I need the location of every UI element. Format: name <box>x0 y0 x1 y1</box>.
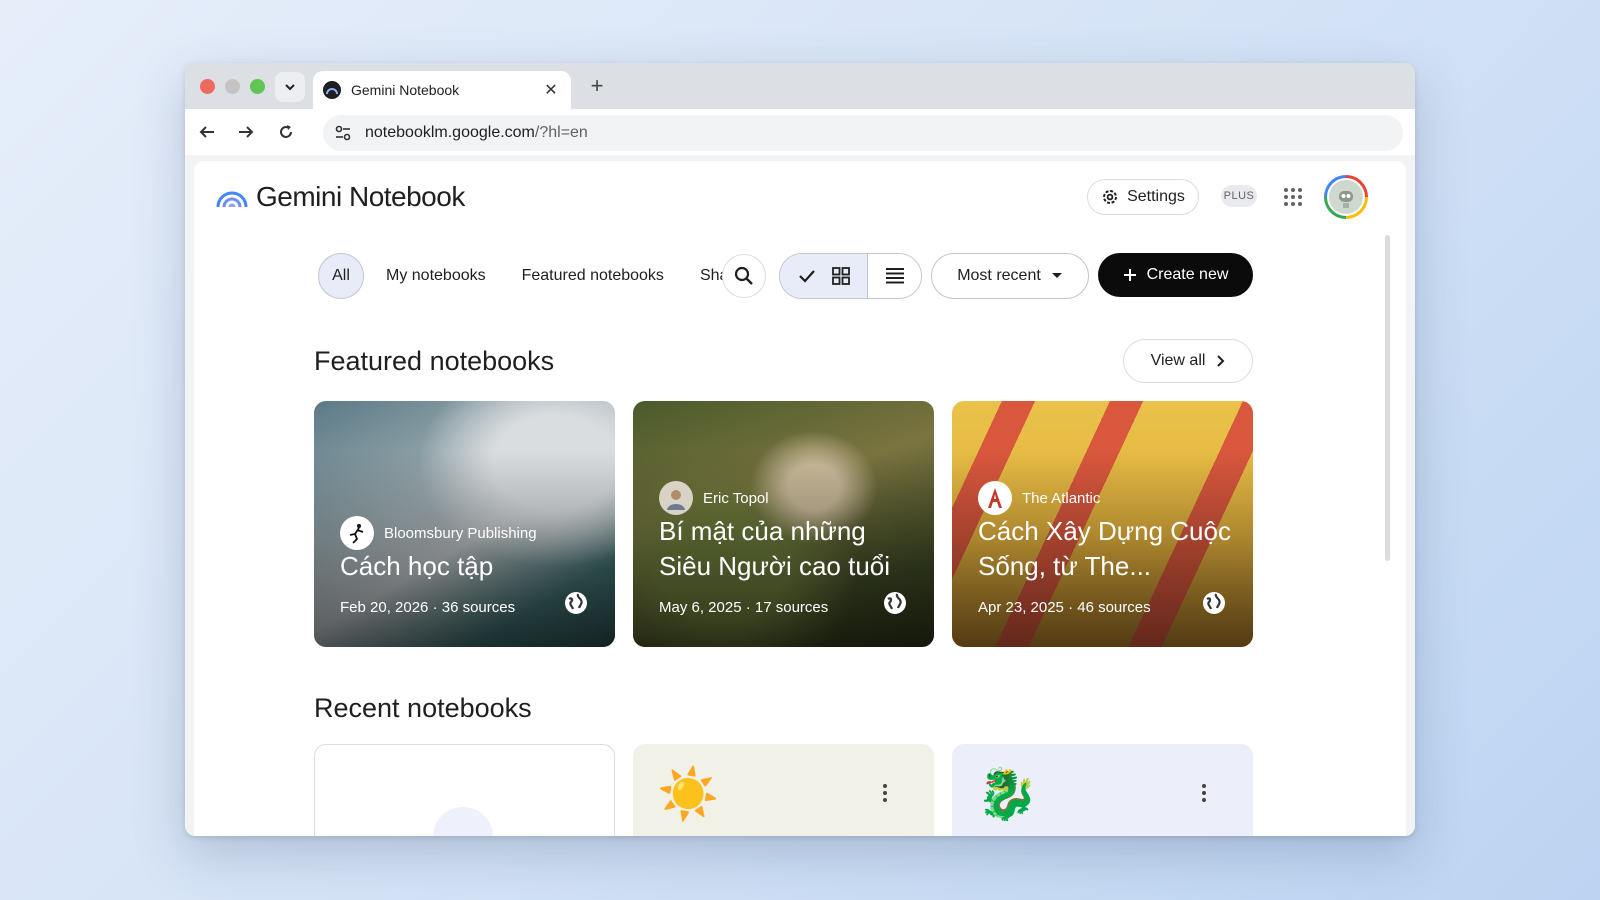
author-name: Eric Topol <box>703 489 769 507</box>
view-toggle <box>779 253 922 299</box>
caret-down-icon <box>1051 273 1062 278</box>
card-author: Bloomsbury Publishing <box>340 516 537 550</box>
list-icon <box>885 268 904 284</box>
featured-card[interactable]: Bloomsbury Publishing Cách học tập Feb 2… <box>314 401 615 647</box>
url-host: notebooklm.google.com <box>365 124 535 141</box>
create-notebook-placeholder-icon <box>433 807 493 836</box>
create-new-button[interactable]: Create new <box>1098 253 1253 297</box>
check-icon <box>798 270 815 283</box>
card-author: Eric Topol <box>659 481 769 515</box>
card-meta: Apr 23, 2025 · 46 sources <box>978 599 1151 616</box>
new-tab-button[interactable]: + <box>585 75 609 97</box>
card-title: Cách Xây Dựng Cuộc Sống, từ The... <box>978 516 1231 581</box>
site-settings-icon[interactable] <box>333 123 353 143</box>
card-author: The Atlantic <box>978 481 1100 515</box>
recent-section-title: Recent notebooks <box>314 693 532 723</box>
dragon-emoji-icon: 🐉 <box>976 766 1039 822</box>
search-button[interactable] <box>722 254 766 298</box>
address-bar[interactable]: notebooklm.google.com/?hl=en <box>323 115 1403 151</box>
sort-label: Most recent <box>957 267 1041 284</box>
card-title: Bí mật của những Siêu Người cao tuổi <box>659 516 891 581</box>
filter-chip-all[interactable]: All <box>318 253 364 299</box>
view-all-label: View all <box>1150 352 1206 369</box>
maximize-window-button[interactable] <box>250 79 265 94</box>
card-meta: May 6, 2025 · 17 sources <box>659 599 829 616</box>
page-scrollbar[interactable] <box>1385 235 1390 561</box>
recent-notebook-card[interactable] <box>314 744 615 836</box>
card-title: Cách học tập <box>340 551 494 581</box>
featured-card[interactable]: The Atlantic Cách Xây Dựng Cuộc Sống, từ… <box>952 401 1253 647</box>
browser-window: Gemini Notebook ✕ + notebooklm.google.co… <box>185 63 1415 836</box>
search-icon <box>734 266 753 285</box>
recent-notebook-card[interactable]: 🐉 <box>952 744 1253 836</box>
robot-avatar-icon <box>1327 178 1365 216</box>
grid-view-button[interactable] <box>780 254 868 298</box>
more-options-icon[interactable] <box>883 784 887 802</box>
plus-icon <box>1123 269 1136 281</box>
globe-icon <box>884 592 906 614</box>
bloomsbury-logo-icon <box>340 516 374 550</box>
grid-icon <box>831 267 850 285</box>
list-view-button[interactable] <box>868 254 921 298</box>
plan-badge: PLUS <box>1221 185 1257 207</box>
settings-label: Settings <box>1127 188 1185 205</box>
tab-search-button[interactable] <box>275 72 305 102</box>
tab-gemini-notebook[interactable]: Gemini Notebook ✕ <box>313 71 571 109</box>
create-new-label: Create new <box>1146 266 1229 283</box>
close-tab-icon[interactable]: ✕ <box>541 80 561 100</box>
the-atlantic-logo-icon <box>978 481 1012 515</box>
filter-chip-my-notebooks[interactable]: My notebooks <box>386 267 486 285</box>
chevron-right-icon <box>1217 355 1225 367</box>
back-icon[interactable] <box>197 122 217 142</box>
gemini-logo-icon <box>216 191 248 208</box>
globe-icon <box>1203 592 1225 614</box>
page-content: Gemini Notebook Settings PLUS All My not… <box>194 161 1406 836</box>
settings-button[interactable]: Settings <box>1087 179 1199 215</box>
author-avatar-icon <box>659 481 693 515</box>
featured-section-title: Featured notebooks <box>314 346 555 376</box>
url-text: notebooklm.google.com/?hl=en <box>365 124 588 142</box>
view-all-button[interactable]: View all <box>1123 339 1253 383</box>
tab-strip: Gemini Notebook ✕ + <box>185 63 1415 109</box>
sun-emoji-icon: ☀️ <box>657 766 720 822</box>
reload-icon[interactable] <box>276 122 296 142</box>
more-options-icon[interactable] <box>1202 784 1206 802</box>
avatar[interactable] <box>1324 175 1368 219</box>
chevron-down-icon <box>285 84 295 91</box>
apps-grid-icon[interactable] <box>1284 188 1302 206</box>
recent-notebook-card[interactable]: ☀️ <box>633 744 934 836</box>
close-window-button[interactable] <box>200 79 215 94</box>
filter-chip-featured[interactable]: Featured notebooks <box>522 267 664 285</box>
url-path: /?hl=en <box>534 124 588 141</box>
featured-card[interactable]: Eric Topol Bí mật của những Siêu Người c… <box>633 401 934 647</box>
minimize-window-button[interactable] <box>225 79 240 94</box>
brand[interactable]: Gemini Notebook <box>216 181 465 213</box>
gear-icon <box>1103 190 1118 204</box>
brand-title: Gemini Notebook <box>256 181 465 212</box>
filter-chips: All My notebooks Featured notebooks Sha <box>318 253 727 299</box>
author-name: The Atlantic <box>1022 489 1101 507</box>
globe-icon <box>565 592 587 614</box>
notebook-favicon-icon <box>323 81 341 99</box>
tab-title: Gemini Notebook <box>351 82 460 98</box>
sort-dropdown[interactable]: Most recent <box>931 253 1089 299</box>
author-name: Bloomsbury Publishing <box>384 524 537 542</box>
card-meta: Feb 20, 2026 · 36 sources <box>340 599 516 616</box>
browser-toolbar: notebooklm.google.com/?hl=en <box>185 109 1415 155</box>
forward-icon[interactable] <box>236 122 256 142</box>
